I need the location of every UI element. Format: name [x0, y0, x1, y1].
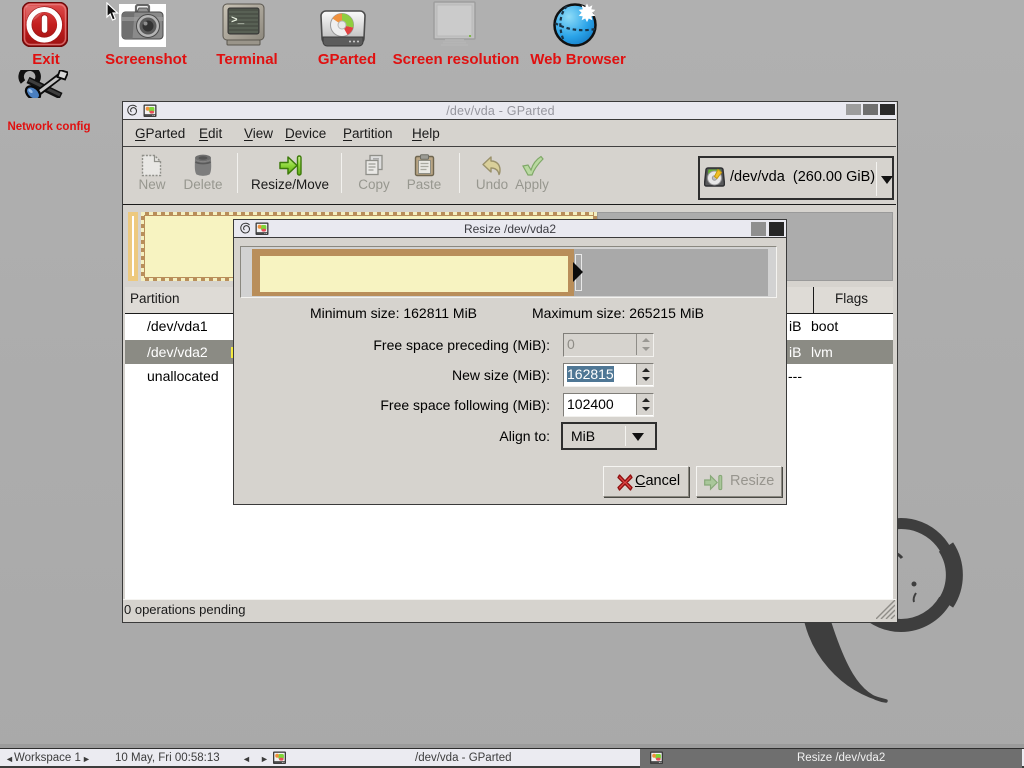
svg-text:>_: >_: [231, 15, 245, 27]
